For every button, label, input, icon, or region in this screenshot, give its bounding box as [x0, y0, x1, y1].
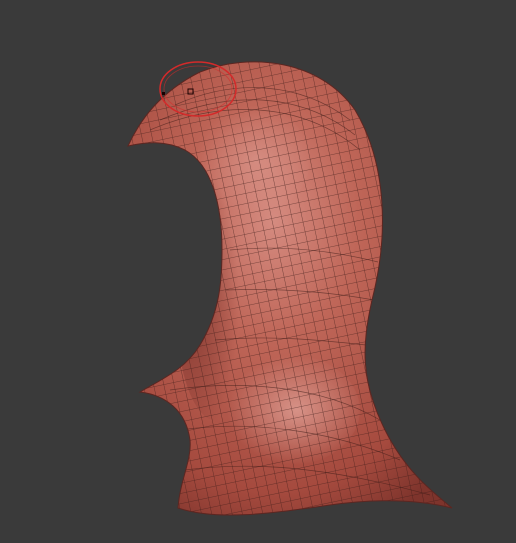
hood-mesh[interactable] [0, 0, 516, 543]
viewport-canvas[interactable] [0, 0, 516, 543]
3d-viewport[interactable] [0, 0, 516, 543]
